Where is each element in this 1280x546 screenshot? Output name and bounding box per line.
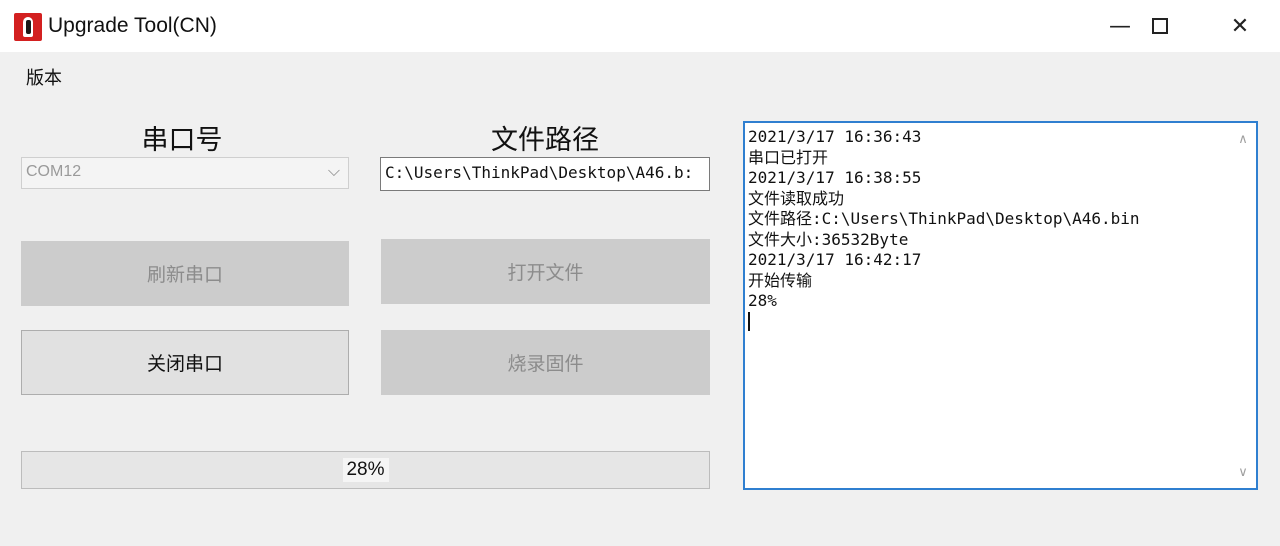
scroll-down-icon[interactable]: ∨ [1230,460,1256,484]
window-title: Upgrade Tool(CN) [48,14,217,37]
log-line: 28% [748,291,777,310]
close-port-button[interactable]: 关闭串口 [21,330,349,395]
maximize-icon [1152,18,1168,34]
progress-bar: 28% [21,451,710,489]
log-output[interactable]: 2021/3/17 16:36:43 串口已打开 2021/3/17 16:38:5… [743,121,1258,490]
log-line: 2021/3/17 16:38:55 [748,168,922,187]
progress-percent: 28% [342,458,389,482]
log-line: 2021/3/17 16:36:43 [748,127,922,146]
menu-bar: 版本 [0,52,1280,96]
maximize-button[interactable] [1120,0,1200,52]
serial-port-select[interactable]: COM12 ⌵ [21,157,349,189]
scroll-up-icon[interactable]: ∧ [1230,127,1256,151]
file-path-field[interactable]: C:\Users\ThinkPad\Desktop\A46.b: [380,157,710,191]
close-icon: ✕ [1230,13,1250,39]
log-text: 2021/3/17 16:36:43 串口已打开 2021/3/17 16:38:5… [748,127,1226,332]
flash-firmware-button[interactable]: 烧录固件 [381,330,710,395]
app-icon [14,13,42,41]
window-bottom-edge [0,540,1280,546]
progress-fill [22,452,215,488]
log-line: 文件大小:36532Byte [748,229,909,249]
log-line: 开始传输 [748,270,813,290]
text-cursor [748,311,750,331]
title-bar: Upgrade Tool(CN) — ✕ [0,0,1280,52]
menu-item-version[interactable]: 版本 [26,64,62,90]
serial-port-label: 串口号 [141,125,223,156]
file-path-label: 文件路径 [491,125,599,156]
log-line: 串口已打开 [748,147,829,167]
refresh-port-button[interactable]: 刷新串口 [21,241,349,306]
open-file-button[interactable]: 打开文件 [381,239,710,304]
log-line: 文件路径:C:\Users\ThinkPad\Desktop\A46.bin [748,209,1140,228]
log-line: 文件读取成功 [748,188,845,208]
log-scrollbar[interactable]: ∧ ∨ [1230,123,1256,488]
serial-port-value: COM12 [26,163,82,180]
chevron-down-icon: ⌵ [327,161,340,180]
log-line: 2021/3/17 16:42:17 [748,250,922,269]
close-button[interactable]: ✕ [1200,0,1280,52]
